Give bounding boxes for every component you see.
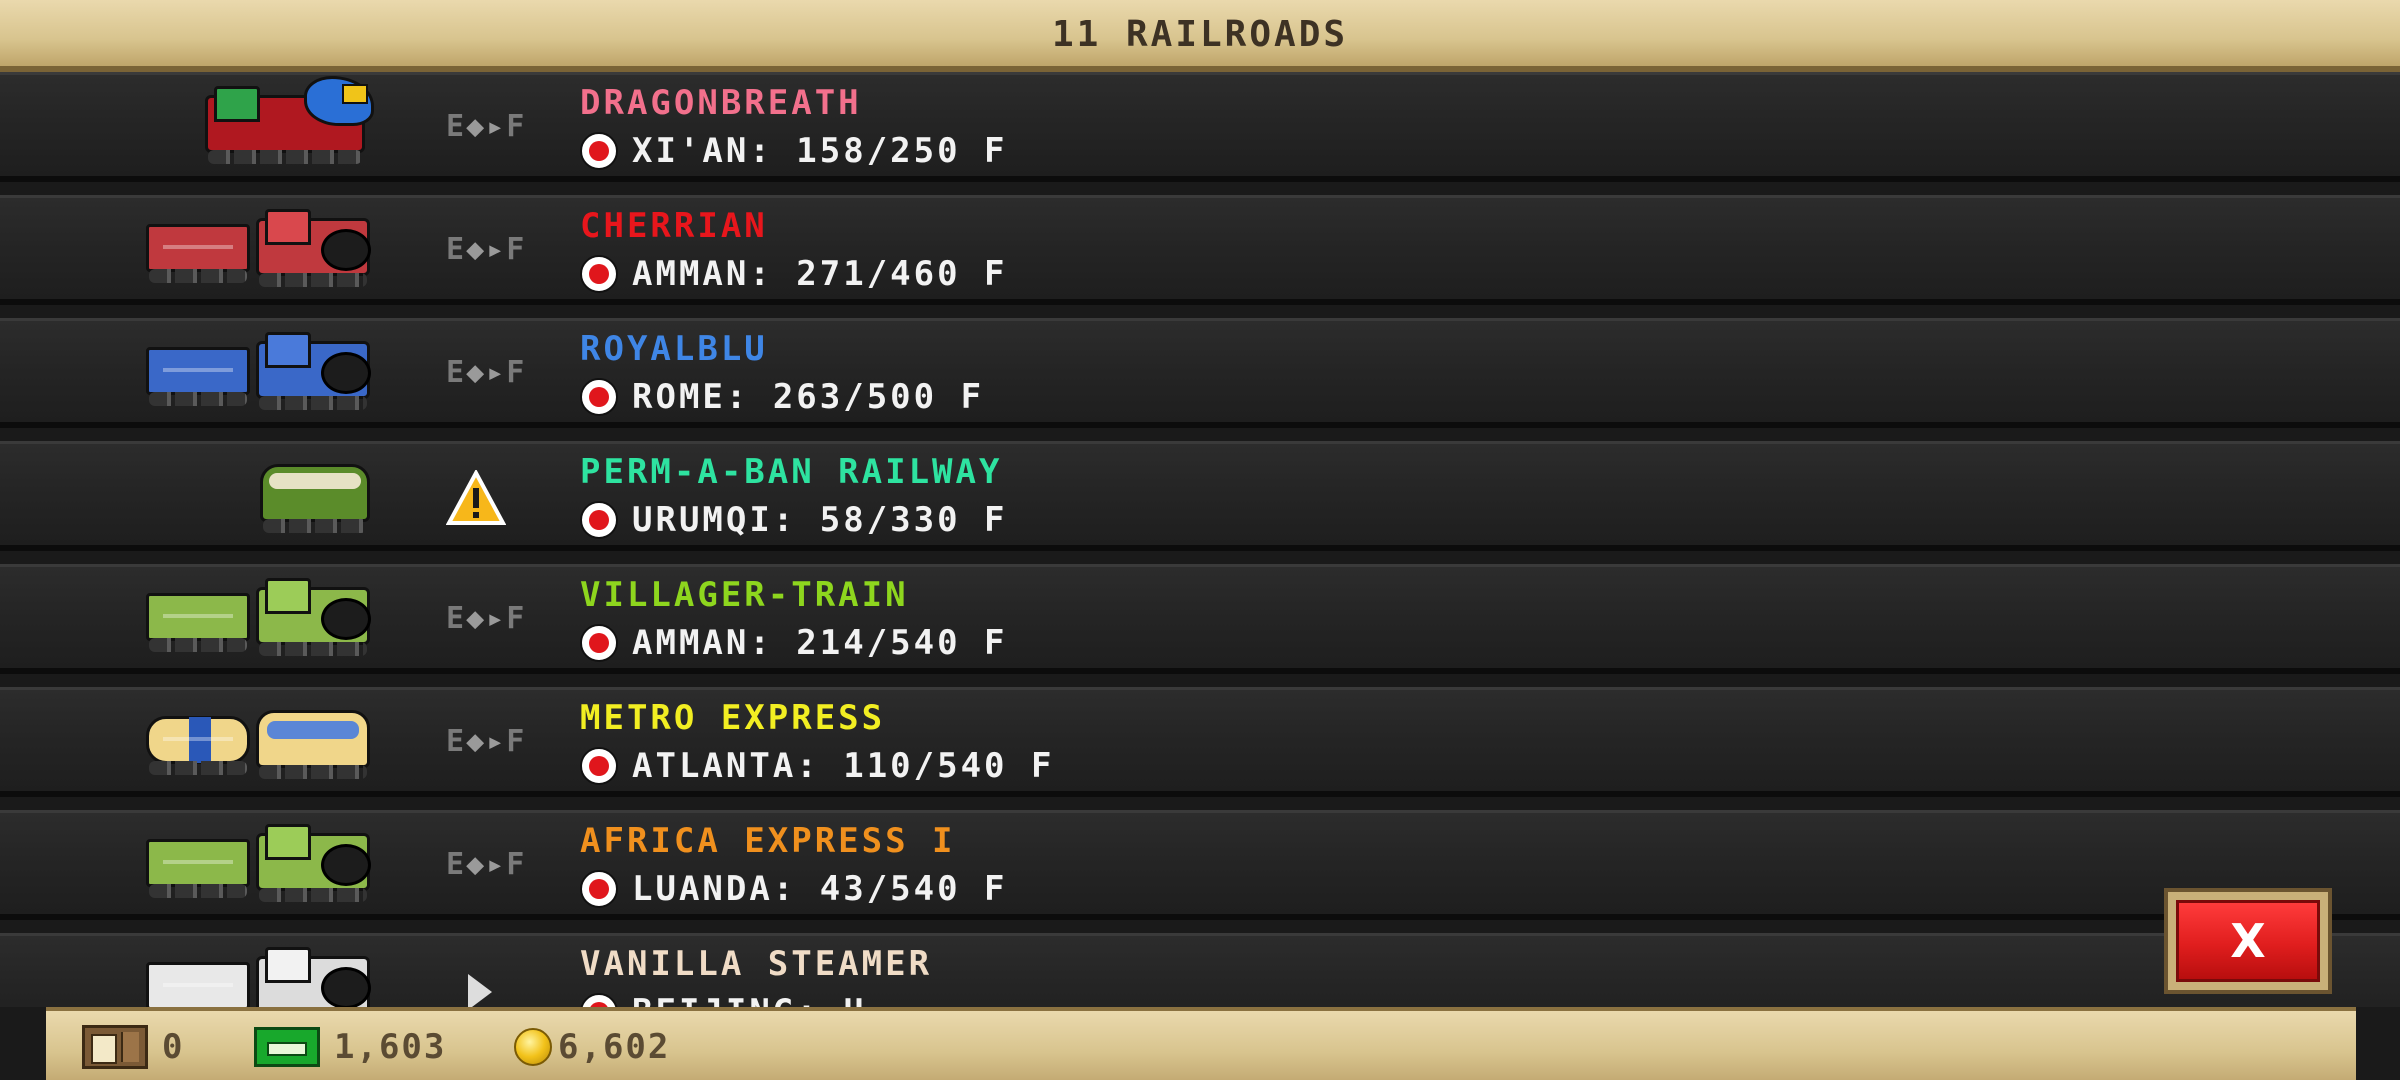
railroad-name: VANILLA STEAMER [580, 944, 933, 984]
railroad-row-perm-a-ban[interactable]: PERM-A-BAN RAILWAY URUMQI: 58/330 F [0, 441, 2400, 551]
gold-coin-icon [514, 1028, 552, 1066]
railroad-name: METRO EXPRESS [580, 698, 886, 738]
coins-value: 6,602 [558, 1027, 671, 1067]
header-bar: 11 RAILROADS [0, 0, 2400, 72]
railroad-name: PERM-A-BAN RAILWAY [580, 452, 1003, 492]
transfer-status-icon: E◆▸F [446, 109, 527, 144]
warning-triangle-icon [446, 470, 506, 525]
close-icon[interactable]: X [2176, 900, 2320, 982]
crates-value: 0 [162, 1027, 185, 1067]
red-dot-icon [580, 870, 618, 908]
railroad-row-vanilla-steamer[interactable]: VANILLA STEAMER BEIJING: H... [0, 933, 2400, 1007]
destination: AMMAN: 214/540 F [580, 621, 1008, 665]
red-dot-icon [580, 624, 618, 662]
red-dot-icon [580, 993, 618, 1007]
destination: AMMAN: 271/460 F [580, 252, 1008, 296]
resource-bar: 0 1,603 6,602 [46, 1007, 2356, 1080]
destination-text: ROME: 263/500 F [632, 377, 985, 417]
transfer-status-icon: E◆▸F [446, 847, 527, 882]
railroad-row-royalblu[interactable]: E◆▸F ROYALBLU ROME: 263/500 F [0, 318, 2400, 428]
white-steam-train-icon [146, 947, 376, 1007]
play-arrow-icon [468, 974, 492, 1007]
destination: LUANDA: 43/540 F [580, 867, 1008, 911]
close-button[interactable]: X [2164, 888, 2332, 994]
dragon-train-icon [205, 76, 375, 165]
railroad-row-metro-express[interactable]: E◆▸F METRO EXPRESS ATLANTA: 110/540 F [0, 687, 2400, 797]
crates-counter: 0 [82, 1025, 184, 1069]
railroad-name: VILLAGER-TRAIN [580, 575, 909, 615]
red-dot-icon [580, 255, 618, 293]
transfer-status-icon: E◆▸F [446, 601, 527, 636]
railroad-name: CHERRIAN [580, 206, 768, 246]
green-diesel-train-icon [260, 464, 372, 534]
lime-steam-train-icon [146, 578, 376, 657]
destination: BEIJING: H... [580, 990, 937, 1007]
railroad-row-africa-express[interactable]: E◆▸F AFRICA EXPRESS I LUANDA: 43/540 F [0, 810, 2400, 920]
destination: ATLANTA: 110/540 F [580, 744, 1054, 788]
cash-icon [254, 1027, 320, 1067]
red-dot-icon [580, 501, 618, 539]
destination-text: LUANDA: 43/540 F [632, 869, 1008, 909]
railroad-name: DRAGONBREATH [580, 83, 862, 123]
transfer-status-icon: E◆▸F [446, 232, 527, 267]
transfer-status-icon: E◆▸F [446, 724, 527, 759]
destination: ROME: 263/500 F [580, 375, 984, 419]
blue-steam-train-icon [146, 332, 376, 411]
lime-steam-train-icon [146, 824, 376, 903]
destination: URUMQI: 58/330 F [580, 498, 1008, 542]
destination-text: AMMAN: 271/460 F [632, 254, 1008, 294]
destination-text: BEIJING: H... [632, 992, 937, 1007]
tanker-diesel-train-icon [146, 710, 376, 780]
destination: XI'AN: 158/250 F [580, 129, 1008, 173]
railroad-name: ROYALBLU [580, 329, 768, 369]
railroad-row-villager-train[interactable]: E◆▸F VILLAGER-TRAIN AMMAN: 214/540 F [0, 564, 2400, 674]
red-dot-icon [580, 378, 618, 416]
coins-counter: 6,602 [514, 1025, 670, 1069]
transfer-status-icon: E◆▸F [446, 355, 527, 390]
red-dot-icon [580, 132, 618, 170]
destination-text: URUMQI: 58/330 F [632, 500, 1008, 540]
cash-counter: 1,603 [254, 1025, 446, 1069]
railroads-screen: 11 RAILROADS E◆▸F DRAGONBREATH XI'AN: 15… [0, 0, 2400, 1080]
page-title: 11 RAILROADS [1051, 14, 1349, 55]
red-dot-icon [580, 747, 618, 785]
cash-value: 1,603 [334, 1027, 447, 1067]
destination-text: ATLANTA: 110/540 F [632, 746, 1055, 786]
railroad-name: AFRICA EXPRESS I [580, 821, 956, 861]
railroad-list[interactable]: E◆▸F DRAGONBREATH XI'AN: 158/250 F E◆▸F … [0, 72, 2400, 1007]
destination-text: AMMAN: 214/540 F [632, 623, 1008, 663]
railroad-row-cherrian[interactable]: E◆▸F CHERRIAN AMMAN: 271/460 F [0, 195, 2400, 305]
railroad-row-dragonbreath[interactable]: E◆▸F DRAGONBREATH XI'AN: 158/250 F [0, 72, 2400, 182]
red-steam-train-icon [146, 209, 376, 288]
destination-text: XI'AN: 158/250 F [632, 131, 1008, 171]
crate-icon [82, 1025, 148, 1069]
